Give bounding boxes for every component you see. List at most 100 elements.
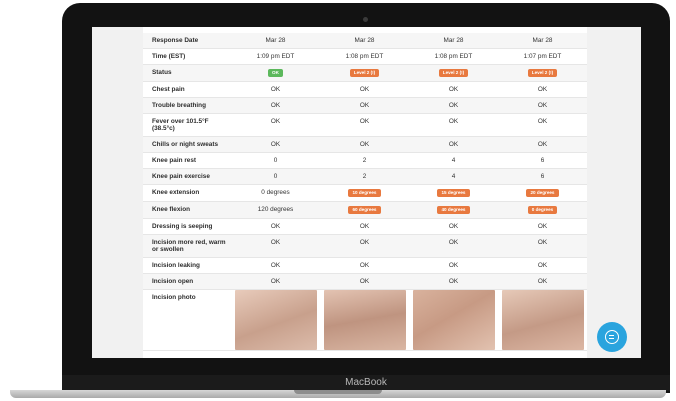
status-badge: 10 degrees bbox=[348, 189, 381, 197]
table-row: Incision more red, warm or swollen OK OK OK… bbox=[143, 234, 587, 258]
incision-photo[interactable] bbox=[412, 290, 495, 350]
table-cell: OK bbox=[231, 97, 320, 114]
table-cell: OK bbox=[409, 81, 498, 98]
table-row: Time (EST) 1:09 pm EDT 1:08 pm EDT 1:08 pm … bbox=[143, 48, 587, 65]
table-cell: Level 2 (!) bbox=[320, 64, 409, 82]
table-row: Status OK Level 2 (!) Level 2 (!) Level 2 (!… bbox=[143, 64, 587, 82]
table-cell: 120 degrees bbox=[231, 201, 320, 219]
incision-photo[interactable] bbox=[501, 290, 584, 350]
row-label: Chest pain bbox=[143, 81, 231, 98]
table-cell: OK bbox=[409, 273, 498, 290]
table-cell: 0 bbox=[231, 152, 320, 169]
table-cell: OK bbox=[320, 97, 409, 114]
incision-photo[interactable] bbox=[323, 290, 406, 350]
table-cell: 4 bbox=[409, 168, 498, 185]
table-cell: 1:09 pm EDT bbox=[231, 48, 320, 65]
camera-icon bbox=[363, 17, 368, 22]
table-cell: OK bbox=[498, 136, 587, 153]
table-row: Trouble breathing OK OK OK OK bbox=[143, 97, 587, 114]
table-cell: 1:08 pm EDT bbox=[409, 48, 498, 65]
row-label: Knee extension bbox=[143, 184, 231, 202]
row-label: Status bbox=[143, 64, 231, 82]
status-badge: Level 2 (!) bbox=[527, 69, 558, 77]
row-label: Knee pain exercise bbox=[143, 168, 231, 185]
row-label: Chills or night sweats bbox=[143, 136, 231, 153]
table-cell: OK bbox=[320, 81, 409, 98]
row-label: Trouble breathing bbox=[143, 97, 231, 114]
table-cell: 40 degrees bbox=[409, 201, 498, 219]
table-cell: Mar 28 bbox=[498, 33, 587, 49]
table-cell: 1:08 pm EDT bbox=[320, 48, 409, 65]
table-cell: OK bbox=[320, 257, 409, 274]
table-cell: OK bbox=[409, 257, 498, 274]
status-badge: 20 degrees bbox=[526, 189, 559, 197]
table-cell: OK bbox=[320, 113, 409, 137]
status-badge: 60 degrees bbox=[348, 206, 381, 214]
status-badge: 40 degrees bbox=[437, 206, 470, 214]
table-cell: 6 bbox=[498, 152, 587, 169]
status-badge: Level 2 (!) bbox=[438, 69, 469, 77]
table-cell: OK bbox=[409, 218, 498, 235]
table-cell: 20 degrees bbox=[498, 184, 587, 202]
table-cell: Mar 28 bbox=[409, 33, 498, 49]
table-row: Knee pain exercise 0 2 4 6 bbox=[143, 168, 587, 185]
table-cell: OK bbox=[409, 234, 498, 258]
table-cell: OK bbox=[231, 218, 320, 235]
table-row: Incision open OK OK OK OK bbox=[143, 273, 587, 290]
table-cell: 0 degrees bbox=[231, 184, 320, 202]
table-cell: OK bbox=[320, 273, 409, 290]
row-label: Incision leaking bbox=[143, 257, 231, 274]
response-panel: Response Date Mar 28 Mar 28 Mar 28 Mar 28 Tim… bbox=[143, 27, 587, 358]
table-cell: OK bbox=[498, 97, 587, 114]
table-cell bbox=[231, 289, 320, 351]
table-cell: 60 degrees bbox=[320, 201, 409, 219]
table-row: Fever over 101.5°F (38.5°c) OK OK OK OK bbox=[143, 113, 587, 137]
table-cell: 4 bbox=[409, 152, 498, 169]
table-cell: OK bbox=[409, 113, 498, 137]
table-cell: Mar 28 bbox=[320, 33, 409, 49]
table-cell: OK bbox=[231, 113, 320, 137]
row-label: Knee pain rest bbox=[143, 152, 231, 169]
status-badge: Level 2 (!) bbox=[349, 69, 380, 77]
table-cell: OK bbox=[320, 234, 409, 258]
table-row: Chest pain OK OK OK OK bbox=[143, 81, 587, 98]
status-badge: 15 degrees bbox=[437, 189, 470, 197]
table-cell: 15 degrees bbox=[409, 184, 498, 202]
table-cell: OK bbox=[231, 64, 320, 82]
table-cell: OK bbox=[498, 257, 587, 274]
row-label: Incision photo bbox=[143, 289, 231, 351]
table-cell: OK bbox=[498, 234, 587, 258]
table-cell bbox=[320, 289, 409, 351]
row-label: Incision more red, warm or swollen bbox=[143, 234, 231, 258]
table-cell: OK bbox=[498, 81, 587, 98]
status-badge: 0 degrees bbox=[527, 206, 558, 214]
table-cell: OK bbox=[498, 273, 587, 290]
table-cell: OK bbox=[320, 136, 409, 153]
table-cell: 0 degrees bbox=[498, 201, 587, 219]
app-screen: Response Date Mar 28 Mar 28 Mar 28 Mar 28 Tim… bbox=[92, 27, 641, 358]
table-cell: OK bbox=[409, 136, 498, 153]
table-cell: OK bbox=[231, 81, 320, 98]
status-badge: OK bbox=[268, 69, 283, 77]
table-cell: Level 2 (!) bbox=[498, 64, 587, 82]
table-row: Chills or night sweats OK OK OK OK bbox=[143, 136, 587, 153]
row-label: Knee flexion bbox=[143, 201, 231, 219]
table-cell: OK bbox=[231, 273, 320, 290]
table-cell: 10 degrees bbox=[320, 184, 409, 202]
laptop-notch bbox=[294, 390, 382, 394]
table-cell: OK bbox=[498, 218, 587, 235]
laptop-chin: MacBook bbox=[62, 375, 670, 391]
table-cell bbox=[409, 289, 498, 351]
table-cell: 2 bbox=[320, 168, 409, 185]
row-label: Response Date bbox=[143, 33, 231, 49]
responses-table: Response Date Mar 28 Mar 28 Mar 28 Mar 28 Tim… bbox=[143, 33, 587, 351]
table-cell bbox=[498, 289, 587, 351]
table-row: Incision photo bbox=[143, 289, 587, 351]
row-label: Fever over 101.5°F (38.5°c) bbox=[143, 113, 231, 137]
table-cell: OK bbox=[409, 97, 498, 114]
table-cell: OK bbox=[498, 113, 587, 137]
incision-photo[interactable] bbox=[234, 290, 317, 350]
row-label: Incision open bbox=[143, 273, 231, 290]
chat-button[interactable] bbox=[597, 322, 627, 352]
table-row: Response Date Mar 28 Mar 28 Mar 28 Mar 28 bbox=[143, 33, 587, 49]
